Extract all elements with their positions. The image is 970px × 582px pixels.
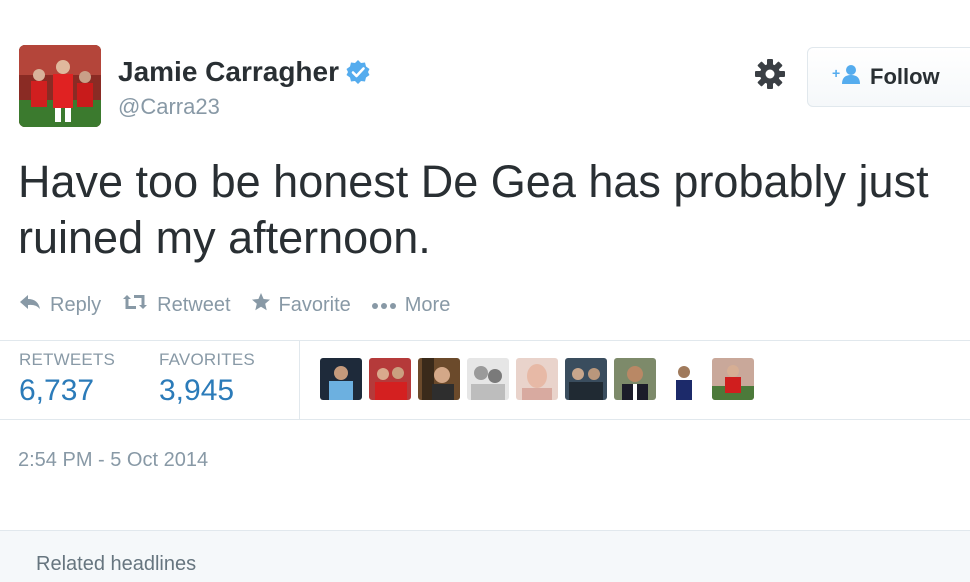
- tweet-text: Have too be honest De Gea has probably j…: [18, 156, 929, 263]
- more-label: More: [404, 293, 451, 316]
- reply-label: Reply: [50, 293, 102, 316]
- retweeter-avatar[interactable]: [418, 358, 460, 400]
- user-handle[interactable]: @Carra23: [118, 94, 220, 120]
- related-headlines-label: Related headlines: [36, 553, 197, 575]
- stats-top-divider: [0, 340, 970, 341]
- favorite-label: Favorite: [278, 293, 351, 316]
- retweeter-avatars: [320, 358, 761, 400]
- more-button[interactable]: More: [371, 293, 451, 317]
- stats-vertical-divider: [299, 341, 300, 419]
- tweet-card: Jamie Carragher @Carra23 + Follow Have t…: [0, 0, 970, 530]
- favorites-count: 3,945: [159, 374, 235, 407]
- retweet-icon: [121, 293, 157, 317]
- retweeter-avatar[interactable]: [516, 358, 558, 400]
- verified-badge-icon: [345, 59, 371, 85]
- tweet-timestamp[interactable]: 2:54 PM - 5 Oct 2014: [18, 449, 208, 472]
- retweets-count: 6,737: [19, 374, 95, 407]
- retweeter-avatar[interactable]: [712, 358, 754, 400]
- avatar[interactable]: [19, 45, 101, 127]
- retweeter-avatar[interactable]: [369, 358, 411, 400]
- retweet-label: Retweet: [157, 293, 231, 316]
- retweeter-avatar[interactable]: [565, 358, 607, 400]
- follow-button-label: Follow: [870, 64, 940, 89]
- star-icon: [251, 292, 279, 318]
- retweeter-avatar[interactable]: [320, 358, 362, 400]
- related-headlines-bar: Related headlines: [0, 530, 970, 582]
- reply-icon: [18, 293, 50, 317]
- add-user-icon: +: [832, 64, 862, 91]
- svg-text:+: +: [832, 65, 840, 81]
- tweet-actions: Reply Retweet Favorite More: [18, 292, 470, 318]
- user-name[interactable]: Jamie Carragher: [118, 56, 371, 88]
- retweeter-avatar[interactable]: [614, 358, 656, 400]
- retweeter-avatar[interactable]: [663, 358, 705, 400]
- gear-icon[interactable]: [752, 56, 788, 92]
- retweeter-avatar[interactable]: [467, 358, 509, 400]
- retweets-stat[interactable]: RETWEETS 6,737: [19, 350, 115, 408]
- retweets-label: RETWEETS: [19, 350, 116, 369]
- favorite-button[interactable]: Favorite: [251, 292, 351, 318]
- follow-button[interactable]: + Follow: [807, 47, 970, 107]
- reply-button[interactable]: Reply: [18, 293, 101, 317]
- user-name-text: Jamie Carragher: [118, 56, 340, 87]
- retweet-button[interactable]: Retweet: [121, 293, 231, 317]
- favorites-label: FAVORITES: [159, 350, 255, 369]
- more-dots-icon: [371, 294, 405, 317]
- favorites-stat[interactable]: FAVORITES 3,945: [159, 350, 255, 408]
- stats-bottom-divider: [0, 419, 970, 420]
